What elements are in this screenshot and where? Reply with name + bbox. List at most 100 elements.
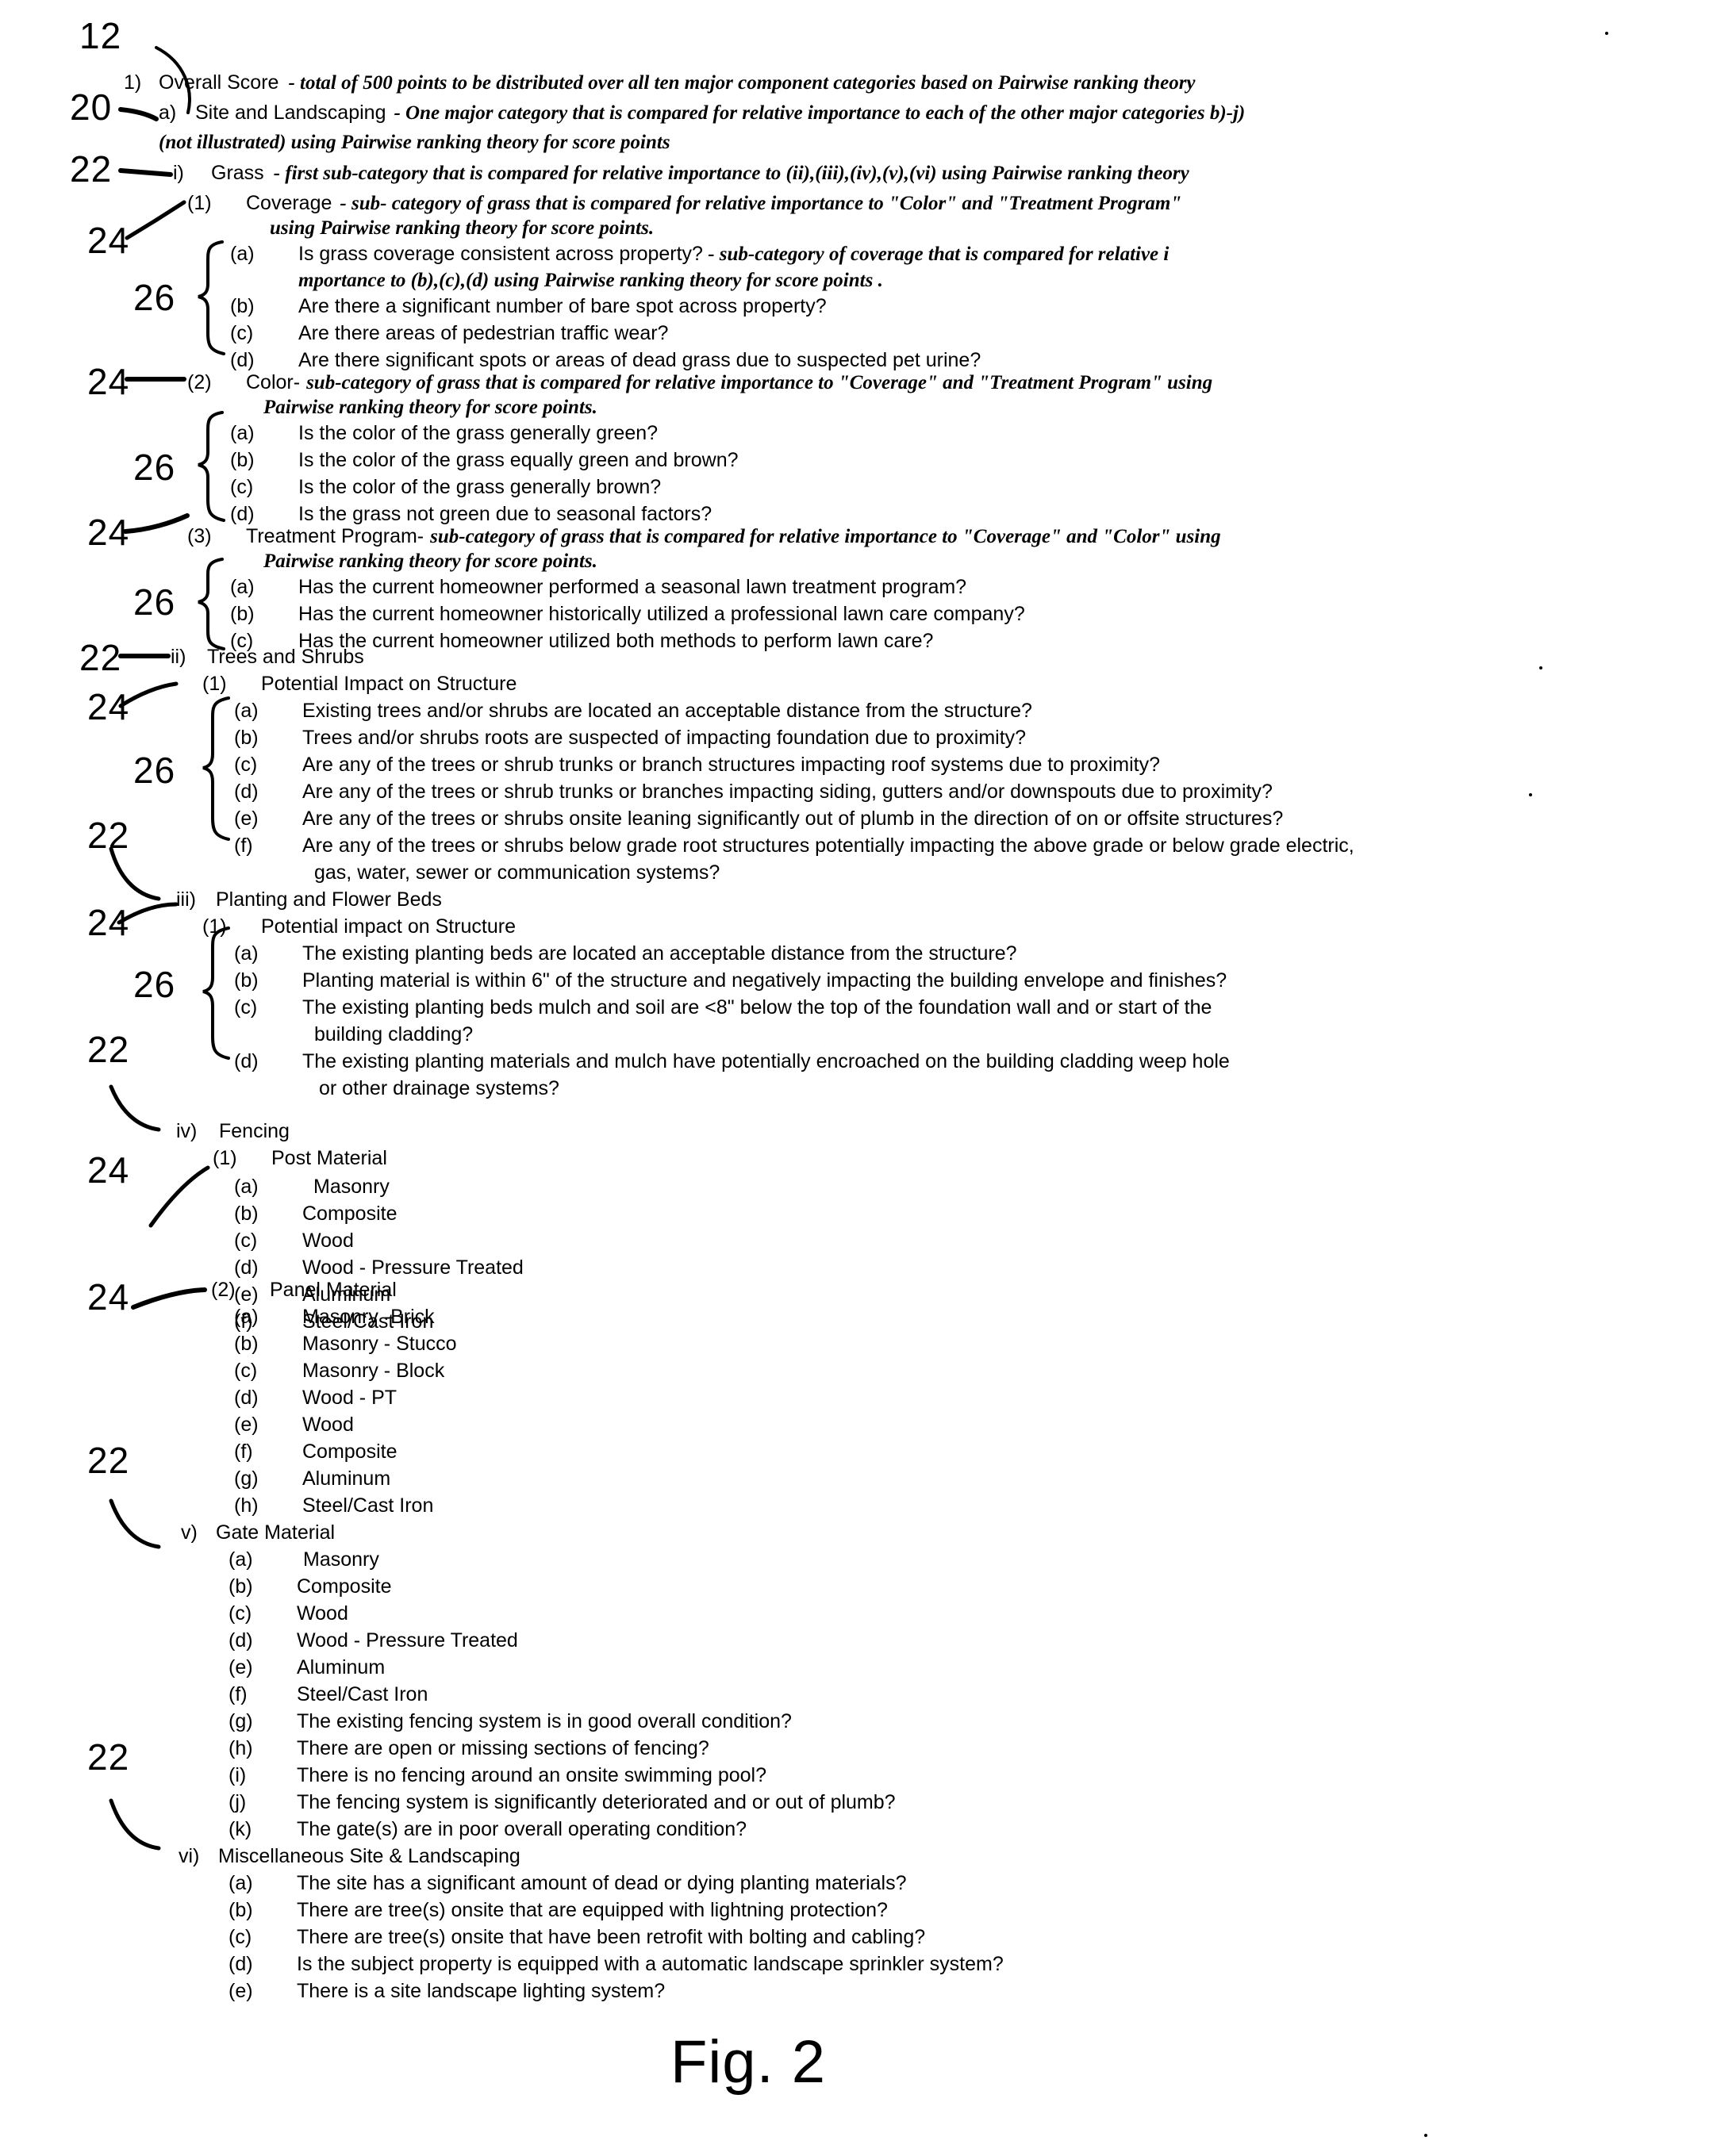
outline-item-planting-c-cont: building cladding? [314, 1023, 474, 1045]
outline-item-panel-g: (g) Aluminum [234, 1467, 390, 1490]
figure-label: Fig. 2 [670, 2028, 827, 2096]
outline-item-color-d: (d) Is the grass not green due to seasona… [230, 503, 712, 525]
outline-marker: (k) [229, 1818, 252, 1840]
patent-figure-page: 12 20 22 24 26 24 26 24 26 22 24 26 22 2… [0, 0, 1713, 2156]
outline-marker: (f) [234, 834, 253, 857]
outline-item-treatment-a: (a) Has the current homeowner performed a… [230, 576, 966, 598]
outline-description: - sub- category of grass that is compare… [340, 193, 1182, 214]
outline-item-trees-shrubs: ii) Trees and Shrubs [171, 646, 364, 668]
outline-label: Trees and/or shrubs roots are suspected … [302, 727, 1027, 749]
outline-description: sub-category of grass that is compared f… [306, 372, 1213, 393]
outline-label: Existing trees and/or shrubs are located… [302, 700, 1032, 722]
outline-label: Aluminum [297, 1656, 386, 1678]
outline-item-panel-h: (h) Steel/Cast Iron [234, 1494, 433, 1517]
outline-item-coverage-b: (b) Are there a significant number of bar… [230, 295, 827, 317]
outline-marker: (b) [230, 295, 255, 317]
outline-marker: (i) [229, 1764, 247, 1786]
outline-item-planting-impact: (1) Potential impact on Structure [202, 915, 516, 938]
outline-item-misc-c: (c) There are tree(s) onsite that have be… [229, 1926, 925, 1948]
outline-item-site-landscaping: a) Site and Landscaping - One major catego… [159, 102, 1245, 125]
outline-item-site-landscaping-cont: (not illustrated) using Pairwise ranking… [159, 132, 670, 153]
leader-24-post [148, 1165, 210, 1228]
outline-marker: (1) [202, 673, 227, 695]
outline-marker: (e) [229, 1980, 253, 2002]
outline-marker: iii) [176, 888, 196, 911]
ref-numeral-22-gate: 22 [87, 1440, 130, 1481]
outline-label: Planting and Flower Beds [216, 888, 442, 911]
outline-marker: (b) [230, 603, 255, 625]
outline-item-coverage: (1) Coverage - sub- category of grass that… [187, 192, 1181, 215]
outline-label: Are there a significant number of bare s… [298, 295, 827, 317]
outline-marker: (1) [202, 915, 227, 938]
outline-marker: (d) [229, 1629, 253, 1652]
outline-item-post-b: (b) Composite [234, 1203, 398, 1225]
ref-numeral-24-color: 24 [87, 361, 130, 402]
leader-22-gate [109, 1498, 161, 1549]
outline-label: The gate(s) are in poor overall operatin… [297, 1818, 747, 1840]
outline-label: Are there areas of pedestrian traffic we… [298, 322, 669, 344]
outline-item-misc-b: (b) There are tree(s) onsite that are equ… [229, 1899, 888, 1921]
outline-marker: (2) [187, 371, 212, 393]
outline-marker: (d) [234, 1387, 259, 1409]
outline-item-panel-d: (d) Wood - PT [234, 1387, 397, 1409]
outline-label: Panel Material [270, 1279, 397, 1301]
outline-label: Potential Impact on Structure [261, 673, 517, 695]
ref-numeral-26-trees: 26 [133, 750, 176, 791]
outline-item-planting-d-cont: or other drainage systems? [319, 1077, 559, 1099]
outline-marker: (e) [229, 1656, 253, 1678]
outline-label: The existing planting beds are located a… [302, 942, 1017, 965]
outline-item-coverage-a: (a) Is grass coverage consistent across p… [230, 243, 1169, 266]
outline-label: Wood [302, 1414, 354, 1436]
outline-item-panel-a: (a) Masonry -Brick [234, 1306, 435, 1328]
outline-item-gate-h: (h) There are open or missing sections of… [229, 1737, 709, 1759]
outline-label: Post Material [271, 1147, 387, 1169]
outline-marker: ii) [171, 646, 186, 668]
outline-label: Masonry -Brick [302, 1306, 435, 1328]
outline-description: - One major category that is compared fo… [394, 102, 1246, 124]
outline-item-coverage-c: (c) Are there areas of pedestrian traffic… [230, 322, 668, 344]
ref-numeral-26-coverage: 26 [133, 277, 176, 318]
outline-marker: (d) [234, 1256, 259, 1279]
outline-item-coverage-d: (d) Are there significant spots or areas … [230, 349, 981, 371]
outline-label: Trees and Shrubs [207, 646, 364, 668]
outline-marker: (2) [211, 1279, 236, 1301]
outline-label: Color- [246, 371, 301, 393]
outline-item-panel-f: (f) Composite [234, 1441, 398, 1463]
outline-item-gate-j: (j) The fencing system is significantly d… [229, 1791, 896, 1813]
outline-description: - first sub-category that is compared fo… [273, 163, 1189, 184]
outline-description: - total of 500 points to be distributed … [288, 72, 1196, 94]
outline-item-overall-score: 1) Overall Score - total of 500 points to … [124, 71, 1196, 94]
outline-item-planting-beds: iii) Planting and Flower Beds [176, 888, 442, 911]
outline-label: Masonry - Stucco [302, 1333, 457, 1355]
outline-item-gate-d: (d) Wood - Pressure Treated [229, 1629, 518, 1652]
outline-marker: (e) [234, 808, 259, 830]
outline-item-post-d: (d) Wood - Pressure Treated [234, 1256, 524, 1279]
outline-marker: (a) [234, 1176, 259, 1198]
outline-item-color: (2) Color-sub-category of grass that is c… [187, 371, 1212, 394]
outline-label: Has the current homeowner performed a se… [298, 576, 967, 598]
outline-marker: (g) [229, 1710, 253, 1732]
outline-label: Composite [302, 1441, 398, 1463]
outline-item-misc-a: (a) The site has a significant amount of … [229, 1872, 907, 1894]
ref-numeral-22-trees: 22 [79, 637, 122, 678]
outline-marker: v) [181, 1521, 198, 1544]
outline-marker: (b) [234, 727, 259, 749]
outline-marker: (c) [229, 1926, 252, 1948]
scan-speck [1605, 32, 1608, 35]
outline-marker: (b) [229, 1575, 253, 1598]
outline-item-planting-b: (b) Planting material is within 6" of the… [234, 969, 1227, 992]
outline-label: Is the color of the grass generally gree… [298, 422, 659, 444]
outline-marker: (a) [229, 1872, 253, 1894]
outline-label: Is grass coverage consistent across prop… [298, 243, 703, 265]
outline-label: There is a site landscape lighting syste… [297, 1980, 666, 2002]
outline-item-gate-i: (i) There is no fencing around an onsite … [229, 1764, 766, 1786]
outline-item-gate-f: (f) Steel/Cast Iron [229, 1683, 428, 1705]
outline-marker: 1) [124, 71, 142, 94]
leader-22-misc [109, 1798, 161, 1851]
ref-numeral-22-fencing: 22 [87, 1029, 130, 1070]
ref-numeral-26-treatment: 26 [133, 581, 176, 623]
outline-item-post-material: (1) Post Material [213, 1147, 387, 1169]
outline-label: Is the color of the grass generally brow… [298, 476, 662, 498]
outline-label: Wood - Pressure Treated [297, 1629, 518, 1652]
outline-label: Gate Material [216, 1521, 336, 1544]
